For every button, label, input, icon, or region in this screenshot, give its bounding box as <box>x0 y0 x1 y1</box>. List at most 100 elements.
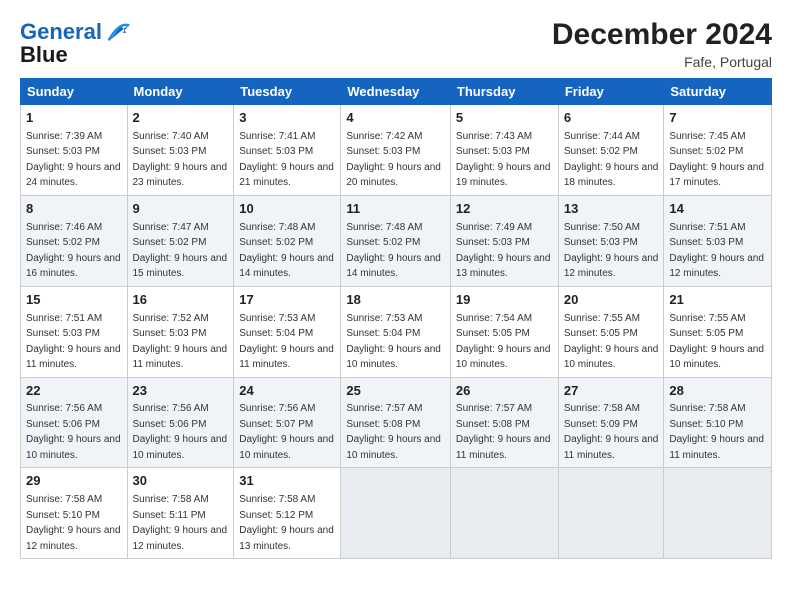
table-row: 10Sunrise: 7:48 AMSunset: 5:02 PMDayligh… <box>234 195 341 286</box>
day-detail: Sunrise: 7:45 AMSunset: 5:02 PMDaylight:… <box>669 131 764 189</box>
day-number: 30 <box>133 472 229 491</box>
day-number: 1 <box>26 109 122 128</box>
title-block: December 2024 Fafe, Portugal <box>552 18 772 70</box>
table-row: 27 Sunrise: 7:58 AMSunset: 5:09 PMDayligh… <box>558 377 664 468</box>
day-number: 14 <box>669 200 766 219</box>
logo-text: General <box>20 20 102 44</box>
day-number: 27 <box>564 382 659 401</box>
logo-icon <box>104 18 132 46</box>
day-detail: Sunrise: 7:39 AMSunset: 5:03 PMDaylight:… <box>26 131 121 189</box>
calendar-week-row: 29 Sunrise: 7:58 AMSunset: 5:10 PMDayligh… <box>21 468 772 559</box>
day-number: 11 <box>346 200 445 219</box>
day-detail: Sunrise: 7:55 AMSunset: 5:05 PMDaylight:… <box>564 313 659 371</box>
month-title: December 2024 <box>552 18 772 52</box>
table-row: 11 Sunrise: 7:48 AMSunset: 5:02 PMDayligh… <box>341 195 451 286</box>
day-detail: Sunrise: 7:44 AMSunset: 5:02 PMDaylight:… <box>564 131 659 189</box>
day-detail: Sunrise: 7:47 AMSunset: 5:02 PMDaylight:… <box>133 222 228 280</box>
day-number: 26 <box>456 382 553 401</box>
day-number: 29 <box>26 472 122 491</box>
day-number: 5 <box>456 109 553 128</box>
table-row: 4Sunrise: 7:42 AMSunset: 5:03 PMDaylight… <box>341 105 451 196</box>
table-row <box>664 468 772 559</box>
calendar-header-row: Sunday Monday Tuesday Wednesday Thursday… <box>21 79 772 105</box>
table-row: 23 Sunrise: 7:56 AMSunset: 5:06 PMDayligh… <box>127 377 234 468</box>
calendar-table: Sunday Monday Tuesday Wednesday Thursday… <box>20 78 772 559</box>
table-row: 9Sunrise: 7:47 AMSunset: 5:02 PMDaylight… <box>127 195 234 286</box>
col-monday: Monday <box>127 79 234 105</box>
col-friday: Friday <box>558 79 664 105</box>
day-number: 28 <box>669 382 766 401</box>
day-number: 16 <box>133 291 229 310</box>
day-detail: Sunrise: 7:48 AMSunset: 5:02 PMDaylight:… <box>346 222 441 280</box>
table-row <box>558 468 664 559</box>
day-number: 24 <box>239 382 335 401</box>
table-row: 25 Sunrise: 7:57 AMSunset: 5:08 PMDayligh… <box>341 377 451 468</box>
table-row: 6Sunrise: 7:44 AMSunset: 5:02 PMDaylight… <box>558 105 664 196</box>
day-number: 23 <box>133 382 229 401</box>
day-number: 15 <box>26 291 122 310</box>
calendar-week-row: 8Sunrise: 7:46 AMSunset: 5:02 PMDaylight… <box>21 195 772 286</box>
location: Fafe, Portugal <box>552 54 772 70</box>
calendar-week-row: 22 Sunrise: 7:56 AMSunset: 5:06 PMDayligh… <box>21 377 772 468</box>
day-number: 20 <box>564 291 659 310</box>
table-row: 24 Sunrise: 7:56 AMSunset: 5:07 PMDayligh… <box>234 377 341 468</box>
col-thursday: Thursday <box>450 79 558 105</box>
col-sunday: Sunday <box>21 79 128 105</box>
day-number: 21 <box>669 291 766 310</box>
day-number: 19 <box>456 291 553 310</box>
table-row: 18 Sunrise: 7:53 AMSunset: 5:04 PMDayligh… <box>341 286 451 377</box>
day-number: 8 <box>26 200 122 219</box>
table-row: 20 Sunrise: 7:55 AMSunset: 5:05 PMDayligh… <box>558 286 664 377</box>
table-row: 13 Sunrise: 7:50 AMSunset: 5:03 PMDayligh… <box>558 195 664 286</box>
table-row: 8Sunrise: 7:46 AMSunset: 5:02 PMDaylight… <box>21 195 128 286</box>
calendar-week-row: 1 Sunrise: 7:39 AMSunset: 5:03 PMDaylight… <box>21 105 772 196</box>
table-row: 30Sunrise: 7:58 AMSunset: 5:11 PMDayligh… <box>127 468 234 559</box>
table-row: 12 Sunrise: 7:49 AMSunset: 5:03 PMDayligh… <box>450 195 558 286</box>
table-row: 2 Sunrise: 7:40 AMSunset: 5:03 PMDaylight… <box>127 105 234 196</box>
day-number: 18 <box>346 291 445 310</box>
col-wednesday: Wednesday <box>341 79 451 105</box>
day-detail: Sunrise: 7:49 AMSunset: 5:03 PMDaylight:… <box>456 222 551 280</box>
table-row: 19 Sunrise: 7:54 AMSunset: 5:05 PMDayligh… <box>450 286 558 377</box>
day-detail: Sunrise: 7:40 AMSunset: 5:03 PMDaylight:… <box>133 131 228 189</box>
day-number: 10 <box>239 200 335 219</box>
col-tuesday: Tuesday <box>234 79 341 105</box>
day-number: 13 <box>564 200 659 219</box>
table-row: 1 Sunrise: 7:39 AMSunset: 5:03 PMDaylight… <box>21 105 128 196</box>
day-detail: Sunrise: 7:50 AMSunset: 5:03 PMDaylight:… <box>564 222 659 280</box>
day-detail: Sunrise: 7:51 AMSunset: 5:03 PMDaylight:… <box>669 222 764 280</box>
day-number: 4 <box>346 109 445 128</box>
day-detail: Sunrise: 7:55 AMSunset: 5:05 PMDaylight:… <box>669 313 764 371</box>
day-detail: Sunrise: 7:56 AMSunset: 5:06 PMDaylight:… <box>133 403 228 461</box>
table-row <box>450 468 558 559</box>
table-row: 26 Sunrise: 7:57 AMSunset: 5:08 PMDayligh… <box>450 377 558 468</box>
page: General Blue December 2024 Fafe, Portuga… <box>0 0 792 569</box>
table-row: 17Sunrise: 7:53 AMSunset: 5:04 PMDayligh… <box>234 286 341 377</box>
table-row: 3Sunrise: 7:41 AMSunset: 5:03 PMDaylight… <box>234 105 341 196</box>
day-detail: Sunrise: 7:54 AMSunset: 5:05 PMDaylight:… <box>456 313 551 371</box>
table-row: 28Sunrise: 7:58 AMSunset: 5:10 PMDayligh… <box>664 377 772 468</box>
logo: General Blue <box>20 18 132 68</box>
day-detail: Sunrise: 7:58 AMSunset: 5:09 PMDaylight:… <box>564 403 659 461</box>
day-detail: Sunrise: 7:52 AMSunset: 5:03 PMDaylight:… <box>133 313 228 371</box>
day-detail: Sunrise: 7:53 AMSunset: 5:04 PMDaylight:… <box>239 313 334 371</box>
table-row: 22Sunrise: 7:56 AMSunset: 5:06 PMDayligh… <box>21 377 128 468</box>
day-number: 22 <box>26 382 122 401</box>
day-detail: Sunrise: 7:57 AMSunset: 5:08 PMDaylight:… <box>456 403 551 461</box>
day-detail: Sunrise: 7:53 AMSunset: 5:04 PMDaylight:… <box>346 313 441 371</box>
day-detail: Sunrise: 7:43 AMSunset: 5:03 PMDaylight:… <box>456 131 551 189</box>
day-detail: Sunrise: 7:51 AMSunset: 5:03 PMDaylight:… <box>26 313 121 371</box>
header: General Blue December 2024 Fafe, Portuga… <box>20 18 772 70</box>
day-detail: Sunrise: 7:58 AMSunset: 5:10 PMDaylight:… <box>26 494 121 552</box>
table-row: 15 Sunrise: 7:51 AMSunset: 5:03 PMDayligh… <box>21 286 128 377</box>
day-number: 2 <box>133 109 229 128</box>
table-row <box>341 468 451 559</box>
day-detail: Sunrise: 7:41 AMSunset: 5:03 PMDaylight:… <box>239 131 334 189</box>
day-detail: Sunrise: 7:56 AMSunset: 5:07 PMDaylight:… <box>239 403 334 461</box>
day-number: 31 <box>239 472 335 491</box>
day-number: 12 <box>456 200 553 219</box>
day-detail: Sunrise: 7:57 AMSunset: 5:08 PMDaylight:… <box>346 403 441 461</box>
day-number: 7 <box>669 109 766 128</box>
day-number: 25 <box>346 382 445 401</box>
day-detail: Sunrise: 7:58 AMSunset: 5:12 PMDaylight:… <box>239 494 334 552</box>
